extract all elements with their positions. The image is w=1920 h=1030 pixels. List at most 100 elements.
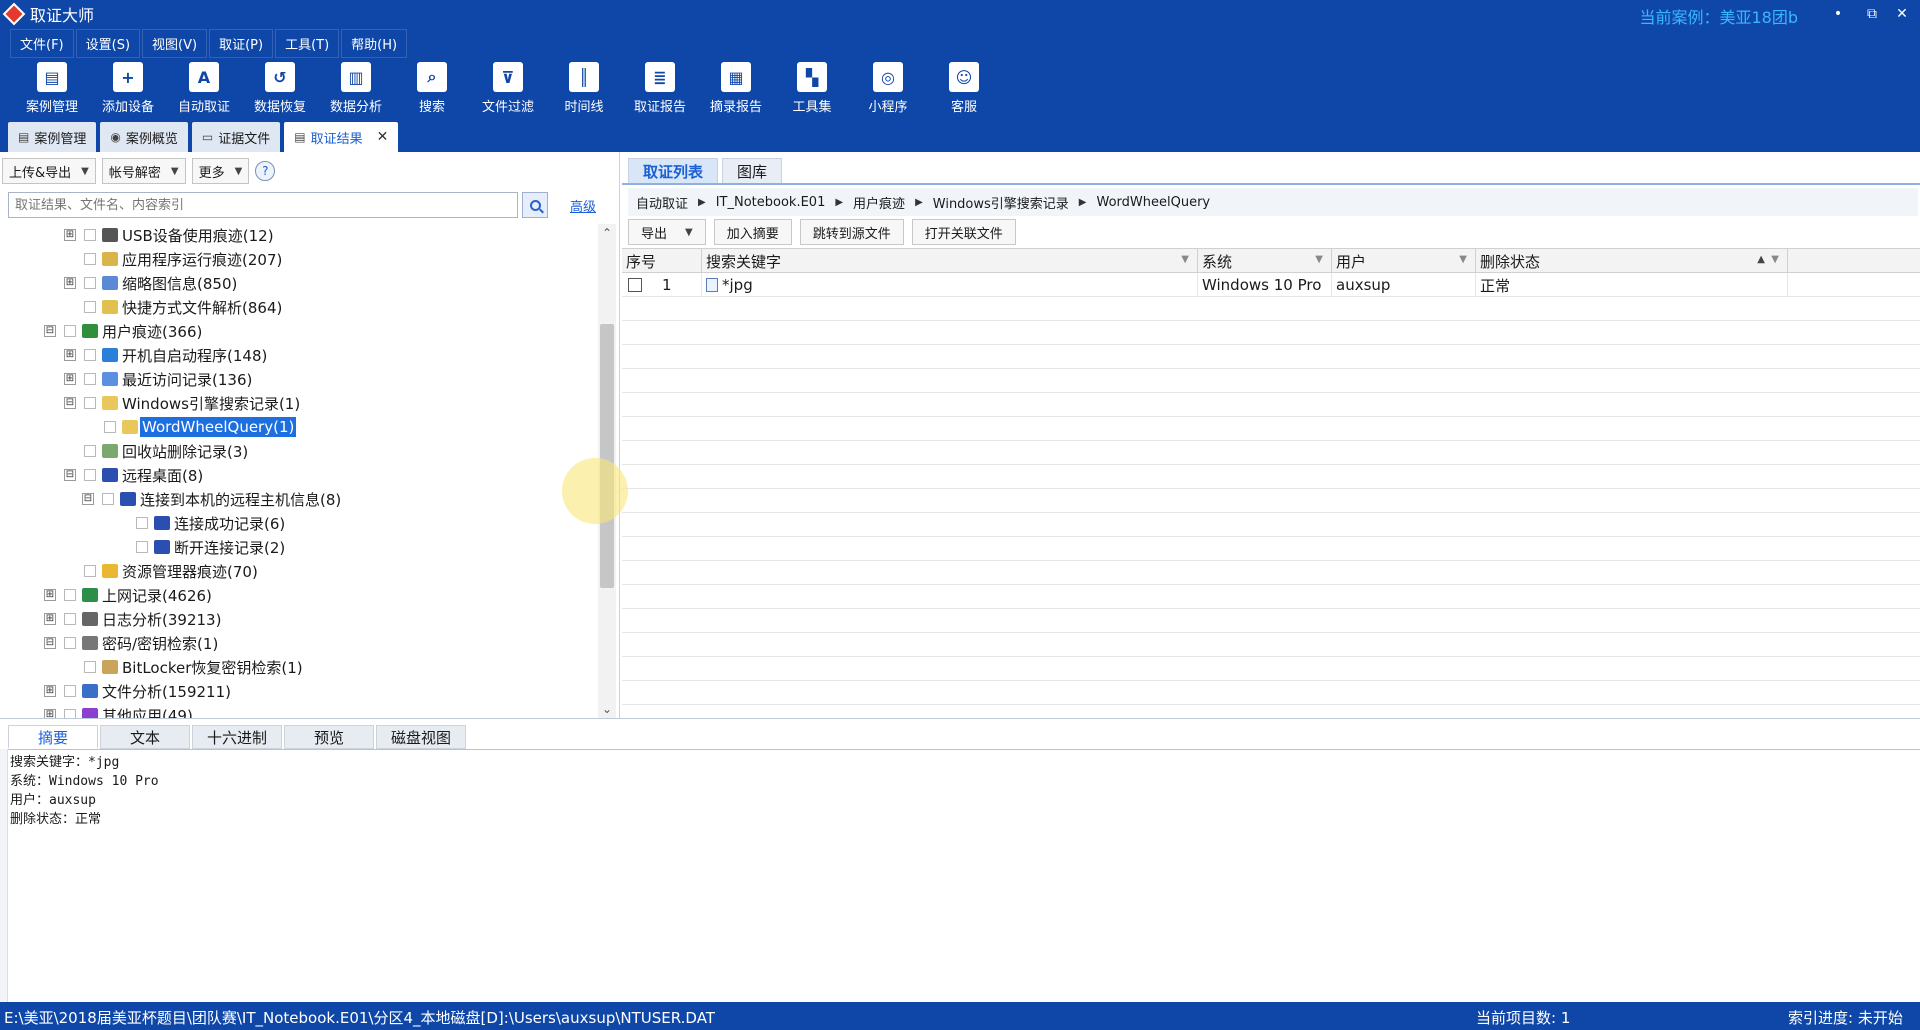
tree-checkbox[interactable] <box>64 325 76 337</box>
tree-node[interactable]: 回收站删除记录(3) <box>64 440 250 462</box>
tab-gallery[interactable]: 图库 <box>722 158 783 184</box>
scroll-thumb[interactable] <box>600 324 614 588</box>
expand-icon[interactable]: ⊞ <box>64 277 76 289</box>
tree-checkbox[interactable] <box>136 517 148 529</box>
tree-checkbox[interactable] <box>84 229 96 241</box>
menu-file[interactable]: 文件(F) <box>10 28 74 58</box>
restore-button[interactable]: ⧉ <box>1858 2 1886 26</box>
expand-icon[interactable]: ⊞ <box>64 373 76 385</box>
tree-node[interactable]: 断开连接记录(2) <box>116 536 287 558</box>
excerpt-report-button[interactable]: ▦ 摘录报告 <box>698 58 774 118</box>
filter-icon[interactable]: ▼ <box>1459 254 1467 265</box>
tree-node[interactable]: ⊟ 用户痕迹(366) <box>44 320 204 342</box>
tree-node[interactable]: 快捷方式文件解析(864) <box>64 296 284 318</box>
tree-checkbox[interactable] <box>84 373 96 385</box>
tree-node[interactable]: ⊞ 开机自启动程序(148) <box>64 344 269 366</box>
filter-icon[interactable]: ▼ <box>1181 254 1189 265</box>
tab-case-overview[interactable]: ◉ 案例概览 <box>100 122 188 152</box>
tree-node[interactable]: 连接成功记录(6) <box>116 512 287 534</box>
menu-help[interactable]: 帮助(H) <box>341 28 408 58</box>
tree-checkbox[interactable] <box>84 277 96 289</box>
search-submit-button[interactable] <box>522 192 548 218</box>
tree-node[interactable]: BitLocker恢复密钥检索(1) <box>64 656 305 678</box>
tree-checkbox[interactable] <box>84 469 96 481</box>
expand-icon[interactable]: ⊞ <box>44 685 56 697</box>
tree-node[interactable]: ⊞ 最近访问记录(136) <box>64 368 254 390</box>
filter-icon[interactable]: ▼ <box>1315 254 1323 265</box>
tab-case-management[interactable]: ▤ 案例管理 <box>8 122 97 152</box>
expand-icon[interactable]: ⊟ <box>64 469 76 481</box>
auto-forensics-button[interactable]: A 自动取证 <box>166 58 242 118</box>
tree-node[interactable]: 应用程序运行痕迹(207) <box>64 248 284 270</box>
tree-checkbox[interactable] <box>64 637 76 649</box>
breadcrumb-item[interactable]: 自动取证 <box>636 193 688 212</box>
tab-text[interactable]: 文本 <box>100 725 190 749</box>
column-index[interactable]: 序号 <box>622 249 702 273</box>
expand-icon[interactable]: ⊟ <box>64 397 76 409</box>
customer-service-button[interactable]: ☺ 客服 <box>926 58 1002 118</box>
scroll-down-icon[interactable]: ⌄ <box>598 700 616 718</box>
expand-icon[interactable]: ⊟ <box>82 493 94 505</box>
tab-preview[interactable]: 预览 <box>284 725 374 749</box>
expand-icon[interactable]: ⊞ <box>44 589 56 601</box>
column-delete-status[interactable]: 删除状态 ▲ ▼ <box>1476 249 1788 273</box>
tab-hex[interactable]: 十六进制 <box>192 725 282 749</box>
search-button[interactable]: ⌕ 搜索 <box>394 58 470 118</box>
minimize-button[interactable]: • <box>1824 2 1852 26</box>
open-related-file-button[interactable]: 打开关联文件 <box>911 219 1016 245</box>
expand-icon[interactable]: ⊞ <box>44 613 56 625</box>
tree-checkbox[interactable] <box>104 421 116 433</box>
tree-node[interactable]: ⊟ 密码/密钥检索(1) <box>44 632 220 654</box>
tree-node[interactable]: 资源管理器痕迹(70) <box>64 560 260 582</box>
tree-node[interactable]: ⊞ USB设备使用痕迹(12) <box>64 224 276 246</box>
expand-icon[interactable]: ⊟ <box>44 325 56 337</box>
more-dropdown[interactable]: 更多 ▼ <box>191 158 250 184</box>
breadcrumb-item[interactable]: IT_Notebook.E01 <box>716 195 826 210</box>
export-dropdown[interactable]: 导出 ▼ <box>628 219 706 245</box>
tree-checkbox[interactable] <box>84 565 96 577</box>
tree-checkbox[interactable] <box>84 661 96 673</box>
data-recovery-button[interactable]: ↺ 数据恢复 <box>242 58 318 118</box>
data-analysis-button[interactable]: ▥ 数据分析 <box>318 58 394 118</box>
column-user[interactable]: 用户 ▼ <box>1332 249 1476 273</box>
close-tab-icon[interactable]: ✕ <box>377 129 389 145</box>
tree-node[interactable]: ⊟ Windows引擎搜索记录(1) <box>64 392 302 414</box>
row-checkbox[interactable] <box>628 278 642 292</box>
tab-forensics-results[interactable]: ▤ 取证结果 ✕ <box>284 122 399 152</box>
tree-checkbox[interactable] <box>84 301 96 313</box>
tree-node[interactable]: ⊞ 上网记录(4626) <box>44 584 214 606</box>
add-device-button[interactable]: + 添加设备 <box>90 58 166 118</box>
tree-node-selected[interactable]: WordWheelQuery(1) <box>84 416 298 438</box>
tree-checkbox[interactable] <box>84 253 96 265</box>
sort-icon[interactable]: ▲ <box>1757 254 1765 265</box>
tree-checkbox[interactable] <box>84 445 96 457</box>
case-management-button[interactable]: ▤ 案例管理 <box>14 58 90 118</box>
tree-node[interactable]: ⊞ 日志分析(39213) <box>44 608 223 630</box>
search-input[interactable] <box>8 192 518 218</box>
timeline-button[interactable]: ║ 时间线 <box>546 58 622 118</box>
tree-node[interactable]: ⊞ 文件分析(159211) <box>44 680 233 702</box>
tree-checkbox[interactable] <box>84 397 96 409</box>
tree-node[interactable]: ⊟ 连接到本机的远程主机信息(8) <box>82 488 343 510</box>
table-row[interactable]: 1 *jpg Windows 10 Pro auxsup 正常 <box>622 273 1920 297</box>
breadcrumb-item[interactable]: Windows引擎搜索记录 <box>933 193 1069 212</box>
menu-forensics[interactable]: 取证(P) <box>209 28 274 58</box>
tree-checkbox[interactable] <box>102 493 114 505</box>
advanced-search-link[interactable]: 高级 <box>570 196 596 215</box>
filter-icon[interactable]: ▼ <box>1771 254 1779 265</box>
column-system[interactable]: 系统 ▼ <box>1198 249 1332 273</box>
jump-to-source-button[interactable]: 跳转到源文件 <box>799 219 904 245</box>
tree-node[interactable]: ⊟ 远程桌面(8) <box>64 464 205 486</box>
tree-node[interactable]: ⊞ 其他应用(49) <box>44 704 195 718</box>
tree-node[interactable]: ⊞ 缩略图信息(850) <box>64 272 239 294</box>
breadcrumb-item[interactable]: WordWheelQuery <box>1097 195 1211 210</box>
tab-forensics-list[interactable]: 取证列表 <box>628 158 719 184</box>
help-icon[interactable]: ? <box>255 161 276 181</box>
menu-settings[interactable]: 设置(S) <box>75 28 141 58</box>
account-decrypt-dropdown[interactable]: 帐号解密 ▼ <box>101 158 186 184</box>
expand-icon[interactable]: ⊞ <box>64 349 76 361</box>
expand-icon[interactable]: ⊞ <box>64 229 76 241</box>
expand-icon[interactable]: ⊞ <box>44 709 56 718</box>
tree-checkbox[interactable] <box>64 685 76 697</box>
forensics-report-button[interactable]: ≣ 取证报告 <box>622 58 698 118</box>
